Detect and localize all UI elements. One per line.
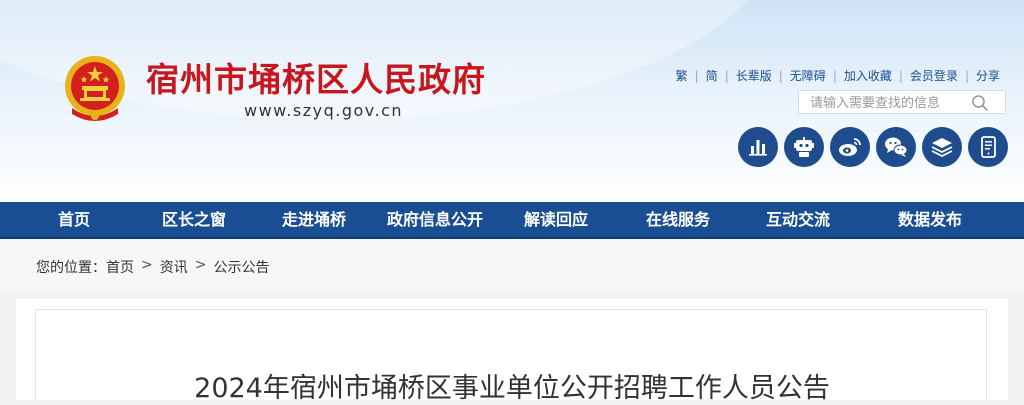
search-input[interactable] xyxy=(799,91,982,115)
divider: | xyxy=(964,68,969,83)
weibo-icon xyxy=(839,138,861,156)
article-title: 2024年宿州市埇桥区事业单位公开招聘工作人员公告 xyxy=(194,373,830,404)
nav-item-home[interactable]: 首页 xyxy=(36,202,112,237)
site-title[interactable]: 宿州市埇桥区人民政府 xyxy=(146,60,486,100)
main-nav: 首页 区长之窗 走进埇桥 政府信息公开 解读回应 在线服务 互动交流 数据发布 xyxy=(0,202,1024,239)
divider: | xyxy=(694,68,699,83)
share-link[interactable]: 分享 xyxy=(976,67,1000,84)
simplified-chinese-link[interactable]: 简 xyxy=(706,67,718,84)
breadcrumb-news-link[interactable]: 资讯 xyxy=(160,257,188,277)
layers-icon[interactable] xyxy=(922,127,962,167)
article-card: 2024年宿州市埇桥区事业单位公开招聘工作人员公告 xyxy=(16,299,1008,404)
search-box xyxy=(798,90,1006,115)
data-chart-icon[interactable] xyxy=(738,127,778,167)
nav-item-interaction[interactable]: 互动交流 xyxy=(752,202,844,237)
divider: | xyxy=(898,68,903,83)
nav-item-online-service[interactable]: 在线服务 xyxy=(632,202,724,237)
member-login-link[interactable]: 会员登录 xyxy=(910,67,958,84)
nav-item-about[interactable]: 走进埇桥 xyxy=(268,202,360,237)
site-url: www.szyq.gov.cn xyxy=(244,101,404,120)
divider: | xyxy=(832,68,837,83)
national-emblem-icon xyxy=(65,56,125,121)
nav-item-gov-info[interactable]: 政府信息公开 xyxy=(377,202,493,237)
nav-item-interpretation[interactable]: 解读回应 xyxy=(510,202,602,237)
mobile-icon xyxy=(981,136,996,158)
breadcrumb-prefix: 您的位置： xyxy=(36,260,106,276)
divider: | xyxy=(724,68,729,83)
add-favorite-link[interactable]: 加入收藏 xyxy=(844,67,892,84)
elder-mode-link[interactable]: 长辈版 xyxy=(736,67,772,84)
breadcrumb: 您的位置： 首页 > 资讯 > 公示公告 xyxy=(36,257,269,277)
nav-item-district-head[interactable]: 区长之窗 xyxy=(148,202,240,237)
traditional-chinese-link[interactable]: 繁 xyxy=(676,67,688,84)
nav-item-data-release[interactable]: 数据发布 xyxy=(884,202,976,237)
mobile-icon[interactable] xyxy=(968,127,1008,167)
robot-icon[interactable] xyxy=(784,127,824,167)
weibo-icon[interactable] xyxy=(830,127,870,167)
article-container: 2024年宿州市埇桥区事业单位公开招聘工作人员公告 xyxy=(35,309,987,404)
top-links: 繁 | 简 | 长辈版 | 无障碍 | 加入收藏 | 会员登录 | 分享 xyxy=(676,67,1000,84)
breadcrumb-separator: > xyxy=(141,257,153,273)
breadcrumb-home-link[interactable]: 首页 xyxy=(106,257,134,277)
data-chart-icon xyxy=(749,140,767,156)
site-header: 宿州市埇桥区人民政府 www.szyq.gov.cn 繁 | 简 | 长辈版 |… xyxy=(0,0,1024,202)
breadcrumb-separator: > xyxy=(194,257,207,273)
divider: | xyxy=(778,68,783,83)
robot-icon xyxy=(794,137,814,157)
search-icon[interactable] xyxy=(971,94,989,112)
accessibility-link[interactable]: 无障碍 xyxy=(790,67,826,84)
breadcrumb-notice-link[interactable]: 公示公告 xyxy=(213,257,269,277)
wechat-icon xyxy=(885,137,908,157)
breadcrumb-bar: 您的位置： 首页 > 资讯 > 公示公告 xyxy=(0,239,1024,291)
wechat-icon[interactable] xyxy=(876,127,916,167)
layers-icon xyxy=(931,138,953,158)
